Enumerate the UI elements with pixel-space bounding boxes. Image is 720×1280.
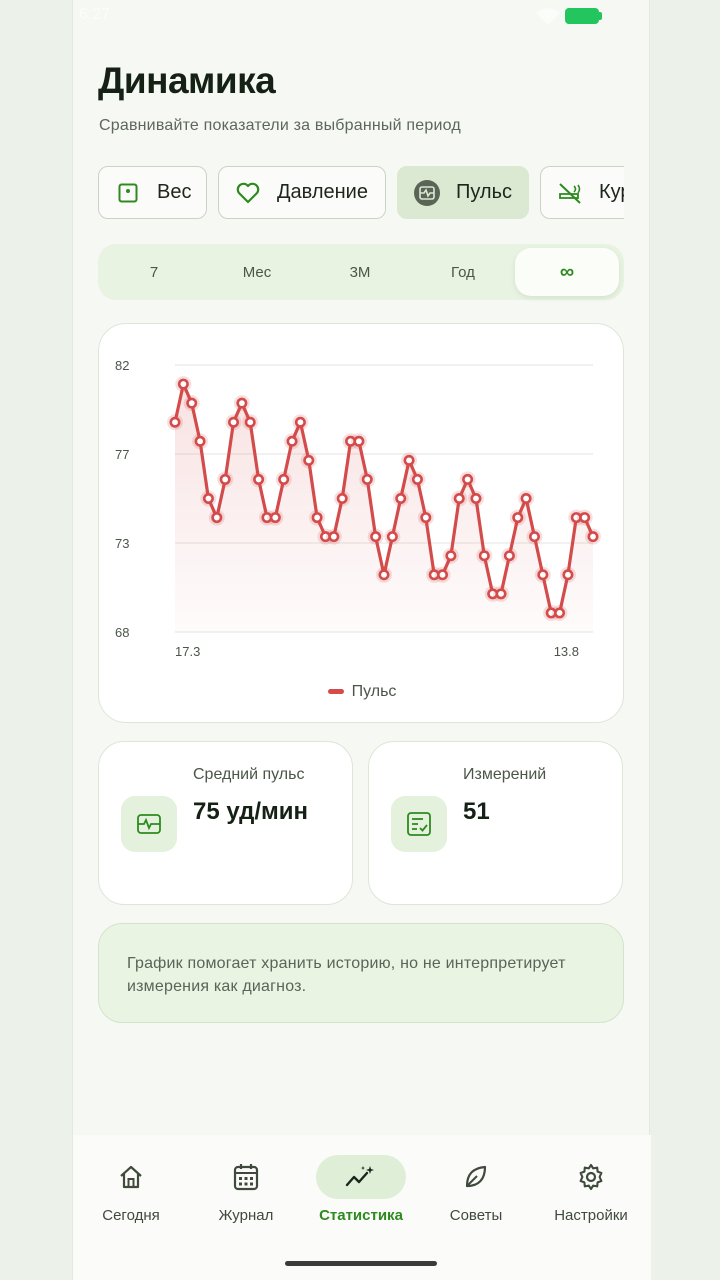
nav-today-label: Сегодня <box>102 1207 160 1224</box>
data-point <box>462 473 474 485</box>
data-point <box>378 569 390 581</box>
nav-statistics[interactable]: Статистика <box>303 1155 419 1235</box>
stat-card-count: Измерений 51 <box>368 741 623 905</box>
app-screen: 6:27 Динамика Сравнивайте показатели за … <box>72 0 651 1280</box>
data-point <box>437 569 449 581</box>
data-point <box>411 473 423 485</box>
nav-tips-label: Советы <box>449 1207 503 1224</box>
data-point <box>370 531 382 543</box>
data-point <box>269 512 281 524</box>
data-point <box>194 435 206 447</box>
data-point <box>579 512 591 524</box>
legend-label: Пульс <box>351 683 397 700</box>
nav-journal-label: Журнал <box>218 1207 274 1224</box>
data-point <box>537 569 549 581</box>
data-point <box>211 512 223 524</box>
nav-settings[interactable]: Настройки <box>533 1155 649 1235</box>
data-point <box>186 397 198 409</box>
data-point <box>328 531 340 543</box>
nav-settings-label: Настройки <box>554 1207 628 1224</box>
data-point <box>386 531 398 543</box>
data-point <box>395 492 407 504</box>
data-point <box>512 512 524 524</box>
data-point <box>587 531 599 543</box>
data-point <box>244 416 256 428</box>
data-point <box>445 550 457 562</box>
stat-count-label: Измерений <box>463 766 547 783</box>
y-tick-label: 82 <box>115 358 129 373</box>
stat-card-average: Средний пульс 75 уд/мин <box>98 741 353 905</box>
data-point <box>495 588 507 600</box>
nav-tips[interactable]: Советы <box>418 1155 534 1235</box>
data-point <box>336 492 348 504</box>
trend-icon <box>316 1155 406 1199</box>
data-point <box>311 512 323 524</box>
nav-today[interactable]: Сегодня <box>73 1155 189 1235</box>
nav-statistics-label: Статистика <box>319 1207 403 1224</box>
home-icon <box>86 1155 176 1199</box>
y-tick-label: 68 <box>115 625 129 640</box>
data-point <box>169 416 181 428</box>
data-point <box>420 512 432 524</box>
data-point <box>403 454 415 466</box>
data-point <box>503 550 515 562</box>
data-point <box>294 416 306 428</box>
y-tick-label: 73 <box>115 536 129 551</box>
data-point <box>236 397 248 409</box>
calendar-icon <box>201 1155 291 1199</box>
info-note: График помогает хранить историю, но не и… <box>98 923 624 1023</box>
x-tick-label: 17.3 <box>175 644 200 659</box>
data-point <box>470 492 482 504</box>
stat-average-label: Средний пульс <box>193 766 305 783</box>
nav-journal[interactable]: Журнал <box>188 1155 304 1235</box>
data-point <box>554 607 566 619</box>
data-point <box>253 473 265 485</box>
home-indicator <box>285 1261 437 1266</box>
leaf-icon <box>431 1155 521 1199</box>
x-tick-label: 13.8 <box>554 644 579 659</box>
pulse-icon <box>121 796 177 852</box>
y-tick-label: 77 <box>115 447 129 462</box>
data-point <box>219 473 231 485</box>
data-point <box>353 435 365 447</box>
data-point <box>562 569 574 581</box>
checklist-icon <box>391 796 447 852</box>
data-point <box>278 473 290 485</box>
data-point <box>228 416 240 428</box>
data-point <box>528 531 540 543</box>
bottom-navigation: Сегодня Журнал Статистика Советы Настрой… <box>73 1135 651 1280</box>
stat-average-value: 75 уд/мин <box>193 798 309 825</box>
chart-legend: Пульс <box>73 683 651 701</box>
gear-icon <box>546 1155 636 1199</box>
legend-swatch <box>327 689 344 695</box>
data-point <box>202 492 214 504</box>
data-point <box>177 378 189 390</box>
data-point <box>303 454 315 466</box>
data-point <box>453 492 465 504</box>
data-point <box>361 473 373 485</box>
data-point <box>520 492 532 504</box>
stat-count-value: 51 <box>463 798 490 825</box>
data-point <box>286 435 298 447</box>
data-point <box>478 550 490 562</box>
pulse-chart: 82 77 73 68 17.3 13.8 <box>115 358 601 659</box>
